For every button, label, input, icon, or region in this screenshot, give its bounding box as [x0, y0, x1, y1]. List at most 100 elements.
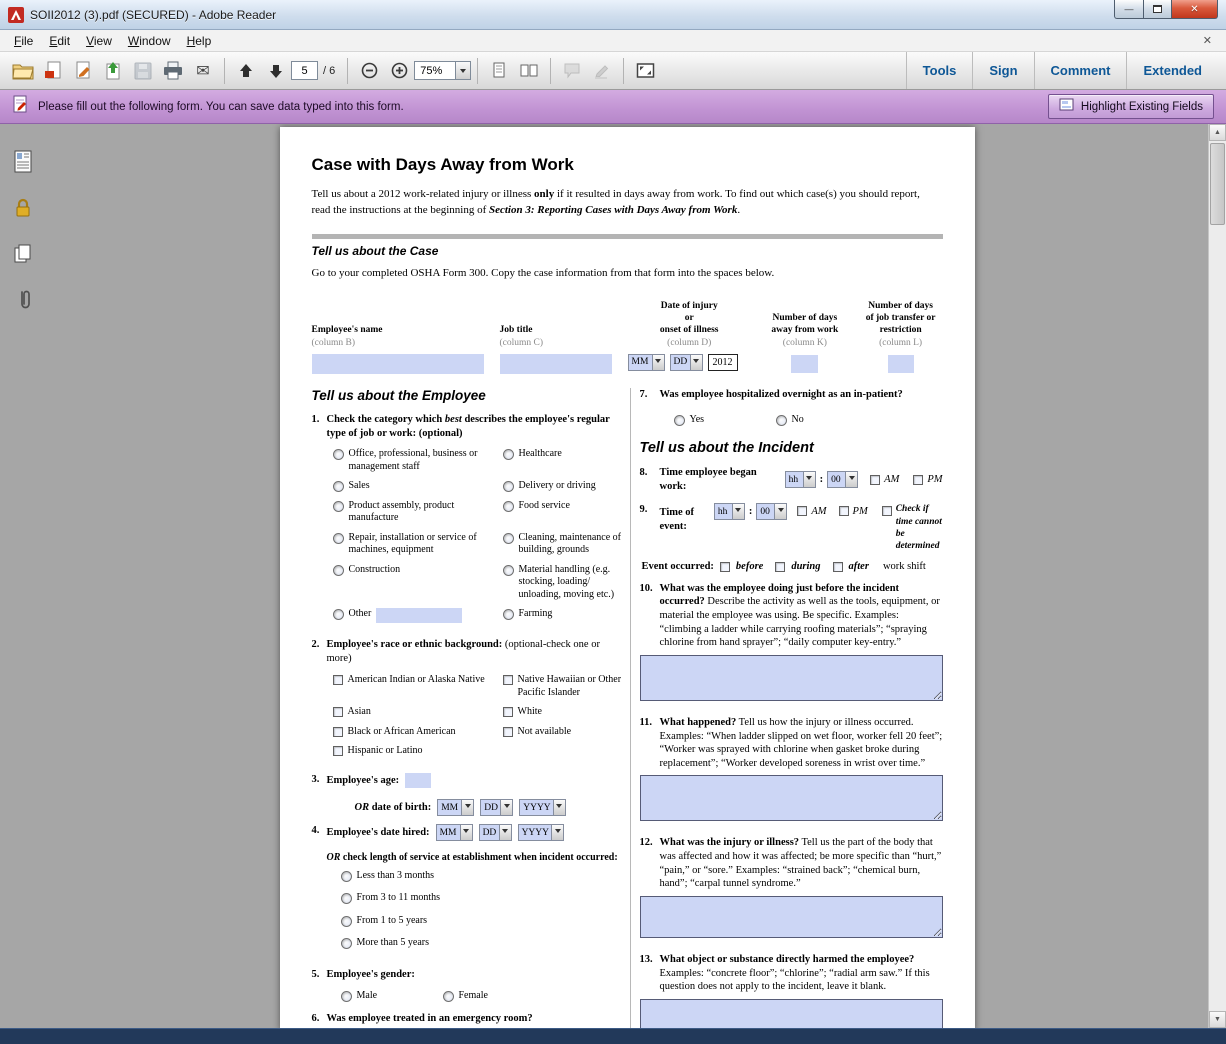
hired-day-select[interactable]: DD: [479, 824, 512, 841]
page-fit-button[interactable]: [514, 56, 544, 86]
menu-edit[interactable]: Edit: [41, 31, 78, 51]
scroll-up-button[interactable]: ▲: [1209, 124, 1226, 141]
pages-panel-button[interactable]: [10, 242, 36, 266]
scrollbar-thumb[interactable]: [1210, 143, 1225, 225]
highlight-existing-fields-button[interactable]: Highlight Existing Fields: [1048, 94, 1214, 119]
before-shift-checkbox[interactable]: [720, 562, 730, 572]
job-category-radio[interactable]: [333, 609, 344, 620]
hospitalized-radio[interactable]: [776, 415, 787, 426]
highlight-text-button[interactable]: [587, 56, 617, 86]
extended-panel-button[interactable]: Extended: [1126, 52, 1218, 89]
hired-month-select[interactable]: MM: [436, 824, 473, 841]
job-category-radio[interactable]: [503, 481, 514, 492]
print-button[interactable]: [158, 56, 188, 86]
email-button[interactable]: ✉: [188, 56, 218, 86]
sticky-note-button[interactable]: [557, 56, 587, 86]
service-length-radio[interactable]: [341, 916, 352, 927]
menu-help[interactable]: Help: [179, 31, 220, 51]
option-label: Sales: [349, 480, 370, 493]
days-away-input[interactable]: [791, 355, 818, 373]
menu-view[interactable]: View: [78, 31, 120, 51]
attachments-button[interactable]: [10, 288, 36, 312]
job-category-radio[interactable]: [333, 449, 344, 460]
menu-window[interactable]: Window: [120, 31, 179, 51]
tools-panel-button[interactable]: Tools: [906, 52, 973, 89]
dob-day-select[interactable]: DD: [480, 799, 513, 816]
create-pdf-button[interactable]: [38, 56, 68, 86]
job-category-radio[interactable]: [503, 609, 514, 620]
began-pm-checkbox[interactable]: [913, 475, 923, 485]
what-happened-textarea[interactable]: [640, 775, 943, 821]
scrollbar-track[interactable]: [1209, 227, 1226, 1011]
injury-description-textarea[interactable]: [640, 896, 943, 938]
began-minute-select[interactable]: 00: [827, 471, 858, 488]
began-hour-select[interactable]: hh: [785, 471, 816, 488]
race-checkbox[interactable]: [333, 746, 343, 756]
gender-radio[interactable]: [443, 991, 454, 1002]
page-thumbnails-button[interactable]: [10, 150, 36, 174]
scroll-down-button[interactable]: ▼: [1209, 1011, 1226, 1028]
during-shift-checkbox[interactable]: [775, 562, 785, 572]
job-category-radio[interactable]: [333, 565, 344, 576]
after-shift-checkbox[interactable]: [833, 562, 843, 572]
job-category-radio[interactable]: [503, 449, 514, 460]
race-checkbox[interactable]: [333, 707, 343, 717]
menubar-close-icon[interactable]: ✕: [1195, 34, 1220, 47]
security-settings-button[interactable]: [10, 196, 36, 220]
minimize-button[interactable]: —: [1114, 0, 1144, 19]
comment-panel-button[interactable]: Comment: [1034, 52, 1127, 89]
job-title-input[interactable]: [500, 354, 612, 374]
previous-page-button[interactable]: [231, 56, 261, 86]
maximize-icon: [1153, 5, 1162, 13]
race-checkbox[interactable]: [503, 675, 513, 685]
race-checkbox[interactable]: [333, 675, 343, 685]
injury-month-select[interactable]: MM: [628, 354, 665, 371]
event-pm-checkbox[interactable]: [839, 506, 849, 516]
job-category-radio[interactable]: [333, 533, 344, 544]
days-restriction-input[interactable]: [888, 355, 914, 373]
harmful-object-textarea[interactable]: [640, 999, 943, 1028]
event-hour-select[interactable]: hh: [714, 503, 745, 520]
page-number-input[interactable]: [291, 61, 318, 80]
fullscreen-mode-button[interactable]: [630, 56, 660, 86]
menu-file[interactable]: File: [6, 31, 41, 51]
zoom-level-select[interactable]: 75%: [414, 61, 471, 80]
race-checkbox[interactable]: [503, 727, 513, 737]
activity-before-incident-textarea[interactable]: [640, 655, 943, 701]
race-checkbox[interactable]: [333, 727, 343, 737]
sign-panel-button[interactable]: Sign: [972, 52, 1033, 89]
began-am-checkbox[interactable]: [870, 475, 880, 485]
hired-year-select[interactable]: YYYY: [518, 824, 564, 841]
event-minute-select[interactable]: 00: [756, 503, 787, 520]
maximize-button[interactable]: [1144, 0, 1172, 19]
save-button[interactable]: [128, 56, 158, 86]
employee-name-input[interactable]: [312, 354, 484, 374]
race-checkbox[interactable]: [503, 707, 513, 717]
time-undetermined-checkbox[interactable]: [882, 506, 892, 516]
share-file-button[interactable]: [98, 56, 128, 86]
service-length-radio[interactable]: [341, 938, 352, 949]
sign-document-button[interactable]: [68, 56, 98, 86]
next-page-button[interactable]: [261, 56, 291, 86]
job-category-radio[interactable]: [333, 501, 344, 512]
job-category-radio[interactable]: [503, 501, 514, 512]
zoom-in-button[interactable]: [384, 56, 414, 86]
vertical-scrollbar[interactable]: ▲ ▼: [1208, 124, 1226, 1028]
dob-year-select[interactable]: YYYY: [519, 799, 565, 816]
hospitalized-radio[interactable]: [674, 415, 685, 426]
service-length-radio[interactable]: [341, 893, 352, 904]
job-category-radio[interactable]: [503, 565, 514, 576]
dob-month-select[interactable]: MM: [437, 799, 474, 816]
gender-radio[interactable]: [341, 991, 352, 1002]
employee-age-input[interactable]: [405, 773, 431, 788]
job-category-radio[interactable]: [503, 533, 514, 544]
close-button[interactable]: ✕: [1172, 0, 1218, 19]
other-category-input[interactable]: [376, 608, 462, 623]
injury-day-select[interactable]: DD: [670, 354, 703, 371]
zoom-out-button[interactable]: [354, 56, 384, 86]
scrolling-mode-button[interactable]: [484, 56, 514, 86]
job-category-radio[interactable]: [333, 481, 344, 492]
open-file-button[interactable]: [8, 56, 38, 86]
event-am-checkbox[interactable]: [797, 506, 807, 516]
service-length-radio[interactable]: [341, 871, 352, 882]
